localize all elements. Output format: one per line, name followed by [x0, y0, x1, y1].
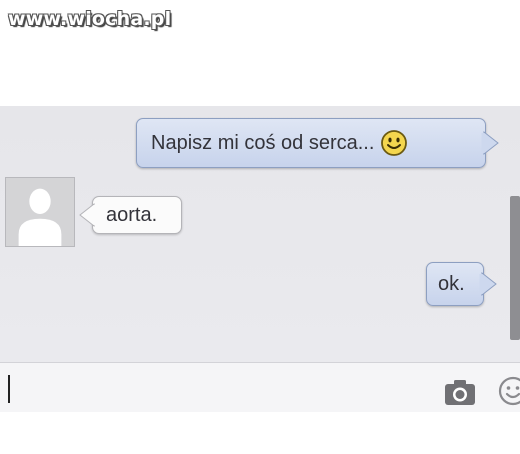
smiley-icon: [381, 130, 408, 156]
message-bubble-outgoing: Napisz mi coś od serca...: [136, 118, 499, 168]
message-text: aorta.: [106, 204, 158, 226]
message-input[interactable]: [0, 362, 520, 412]
emoji-icon[interactable]: [498, 376, 520, 406]
bubble-tail: [79, 202, 97, 228]
text-cursor: [8, 375, 10, 403]
message-text: ok.: [438, 273, 465, 295]
default-user-icon: [6, 178, 74, 246]
watermark: www.wiocha.pl: [8, 8, 172, 30]
bubble-tail: [479, 271, 497, 297]
camera-icon[interactable]: [444, 378, 476, 406]
message-text: Napisz mi coś od serca...: [151, 132, 375, 154]
scrollbar[interactable]: [510, 196, 520, 340]
message-bubble-outgoing: ok.: [426, 262, 497, 306]
bubble-tail: [481, 130, 499, 156]
avatar[interactable]: [5, 177, 75, 247]
message-bubble-incoming: aorta.: [79, 196, 182, 234]
